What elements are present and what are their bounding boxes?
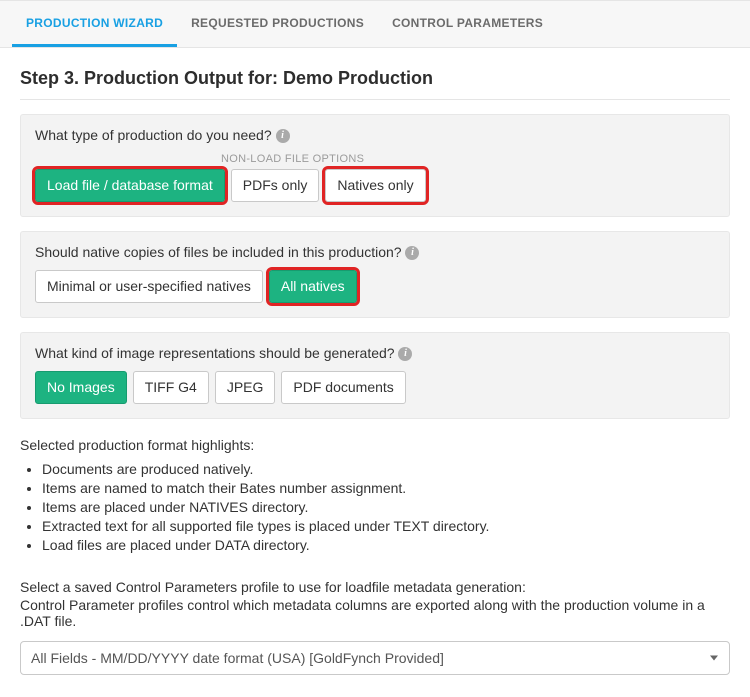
production-type-options: Load file / database format PDFs only Na… (35, 169, 715, 202)
format-highlights-title: Selected production format highlights: (20, 437, 730, 453)
control-params-select-wrap: All Fields - MM/DD/YYYY date format (USA… (20, 641, 730, 675)
question-production-type: What type of production do you need? i (35, 127, 715, 143)
question-native-copies: Should native copies of files be include… (35, 244, 715, 260)
list-item: Documents are produced natively. (42, 461, 730, 477)
list-item: Items are named to match their Bates num… (42, 480, 730, 496)
option-all-natives[interactable]: All natives (269, 270, 357, 303)
tab-control-parameters[interactable]: CONTROL PARAMETERS (378, 1, 557, 47)
info-icon[interactable]: i (405, 246, 419, 260)
non-load-file-options-label: NON-LOAD FILE OPTIONS (221, 153, 715, 165)
image-representation-options: No Images TIFF G4 JPEG PDF documents (35, 371, 715, 404)
list-item: Load files are placed under DATA directo… (42, 537, 730, 553)
tabs-bar: PRODUCTION WIZARD REQUESTED PRODUCTIONS … (0, 0, 750, 48)
question-image-representations: What kind of image representations shoul… (35, 345, 715, 361)
step-heading: Step 3. Production Output for: Demo Prod… (20, 56, 730, 100)
control-params-label: Select a saved Control Parameters profil… (20, 579, 730, 595)
question-text: What kind of image representations shoul… (35, 345, 395, 361)
option-jpeg[interactable]: JPEG (215, 371, 276, 404)
option-pdfs-only[interactable]: PDFs only (231, 169, 320, 202)
option-load-file-database[interactable]: Load file / database format (35, 169, 225, 202)
question-text: What type of production do you need? (35, 127, 272, 143)
option-tiff-g4[interactable]: TIFF G4 (133, 371, 209, 404)
panel-image-representations: What kind of image representations shoul… (20, 332, 730, 419)
list-item: Extracted text for all supported file ty… (42, 518, 730, 534)
option-no-images[interactable]: No Images (35, 371, 127, 404)
tab-production-wizard[interactable]: PRODUCTION WIZARD (12, 1, 177, 47)
info-icon[interactable]: i (398, 347, 412, 361)
control-params-select[interactable]: All Fields - MM/DD/YYYY date format (USA… (20, 641, 730, 675)
info-icon[interactable]: i (276, 129, 290, 143)
format-highlights-list: Documents are produced natively. Items a… (20, 461, 730, 553)
panel-native-copies: Should native copies of files be include… (20, 231, 730, 318)
option-natives-only[interactable]: Natives only (325, 169, 425, 202)
option-minimal-natives[interactable]: Minimal or user-specified natives (35, 270, 263, 303)
page-body: Step 3. Production Output for: Demo Prod… (0, 48, 750, 697)
panel-production-type: What type of production do you need? i N… (20, 114, 730, 217)
native-copies-options: Minimal or user-specified natives All na… (35, 270, 715, 303)
question-text: Should native copies of files be include… (35, 244, 402, 260)
tab-requested-productions[interactable]: REQUESTED PRODUCTIONS (177, 1, 378, 47)
list-item: Items are placed under NATIVES directory… (42, 499, 730, 515)
control-params-description: Control Parameter profiles control which… (20, 597, 730, 629)
option-pdf-documents[interactable]: PDF documents (281, 371, 405, 404)
